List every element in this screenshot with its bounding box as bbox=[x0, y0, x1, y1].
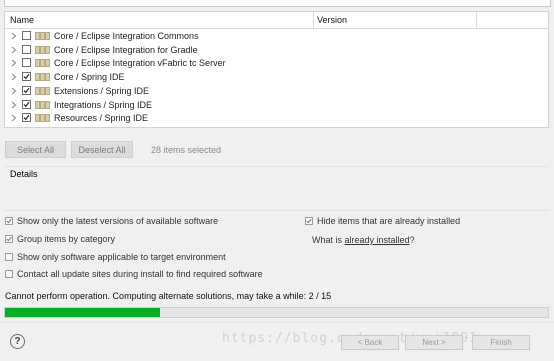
details-header: Details bbox=[4, 166, 549, 180]
group-by-category-label: Group items by category bbox=[17, 234, 116, 244]
select-all-button[interactable]: Select All bbox=[5, 141, 66, 158]
table-row[interactable]: Integrations / Spring IDE bbox=[5, 99, 548, 113]
expand-chevron-icon[interactable] bbox=[10, 86, 18, 96]
target-environment-checkbox[interactable] bbox=[5, 253, 13, 261]
hide-installed-label: Hide items that are already installed bbox=[317, 216, 461, 226]
row-checkbox[interactable] bbox=[22, 72, 31, 82]
feature-group-icon bbox=[35, 114, 50, 123]
row-label: Core / Eclipse Integration Commons bbox=[54, 31, 199, 41]
progress-fill bbox=[5, 308, 161, 317]
details-area bbox=[4, 180, 549, 211]
available-software-table[interactable]: Name Version Core / Eclipse Integration … bbox=[4, 11, 549, 128]
contact-update-sites-checkbox[interactable] bbox=[5, 270, 13, 278]
what-is-suffix: ? bbox=[409, 235, 415, 245]
table-row[interactable]: Core / Eclipse Integration vFabric tc Se… bbox=[5, 57, 548, 71]
back-button[interactable]: < Back bbox=[341, 335, 399, 350]
group-by-category-checkbox[interactable] bbox=[5, 235, 13, 243]
expand-chevron-icon[interactable] bbox=[10, 58, 18, 68]
table-row[interactable]: Core / Eclipse Integration for Gradle bbox=[5, 44, 548, 58]
row-checkbox[interactable] bbox=[22, 44, 31, 54]
contact-update-sites-label: Contact all update sites during install … bbox=[17, 269, 263, 279]
row-checkbox[interactable] bbox=[22, 113, 31, 123]
row-checkbox[interactable] bbox=[22, 85, 31, 95]
column-header-name[interactable]: Name bbox=[10, 15, 34, 25]
help-icon[interactable]: ? bbox=[10, 334, 25, 349]
what-is-prefix: What is bbox=[312, 235, 345, 245]
finish-button[interactable]: Finish bbox=[472, 335, 530, 350]
expand-chevron-icon[interactable] bbox=[10, 31, 18, 41]
feature-group-icon bbox=[35, 59, 50, 68]
row-checkbox[interactable] bbox=[22, 99, 31, 109]
feature-group-icon bbox=[35, 45, 50, 54]
table-row[interactable]: Core / Eclipse Integration Commons bbox=[5, 30, 548, 44]
deselect-all-button[interactable]: Deselect All bbox=[71, 141, 133, 158]
row-checkbox[interactable] bbox=[22, 31, 31, 40]
progress-bar bbox=[4, 307, 549, 318]
expand-chevron-icon[interactable] bbox=[10, 72, 18, 82]
expand-chevron-icon[interactable] bbox=[10, 45, 18, 55]
expand-chevron-icon[interactable] bbox=[10, 100, 18, 110]
details-title: Details bbox=[10, 169, 38, 179]
row-label: Core / Eclipse Integration vFabric tc Se… bbox=[54, 58, 226, 69]
column-header-version[interactable]: Version bbox=[317, 15, 347, 25]
feature-group-icon bbox=[35, 100, 50, 109]
table-row[interactable]: Extensions / Spring IDE bbox=[5, 85, 548, 99]
feature-group-icon bbox=[35, 32, 50, 40]
hide-installed-checkbox[interactable] bbox=[305, 217, 313, 225]
next-button[interactable]: Next > bbox=[405, 335, 463, 350]
row-label: Core / Spring IDE bbox=[54, 72, 125, 83]
feature-group-icon bbox=[35, 73, 50, 82]
feature-group-icon bbox=[35, 86, 50, 95]
table-header: Name Version bbox=[5, 12, 548, 29]
latest-versions-label: Show only the latest versions of availab… bbox=[17, 216, 219, 226]
table-row[interactable]: Resources / Spring IDE bbox=[5, 112, 548, 126]
status-message: Cannot perform operation. Computing alte… bbox=[5, 291, 332, 301]
target-environment-label: Show only software applicable to target … bbox=[17, 252, 226, 262]
latest-versions-checkbox[interactable] bbox=[5, 217, 13, 225]
selection-count: 28 items selected bbox=[151, 145, 222, 155]
already-installed-link[interactable]: already installed bbox=[345, 235, 410, 245]
row-label: Extensions / Spring IDE bbox=[54, 85, 150, 96]
row-label: Integrations / Spring IDE bbox=[54, 99, 153, 110]
table-row[interactable]: Core / Spring IDE bbox=[5, 71, 548, 85]
row-checkbox[interactable] bbox=[22, 58, 31, 68]
row-label: Resources / Spring IDE bbox=[54, 113, 149, 124]
what-is-installed: What is already installed? bbox=[312, 235, 415, 245]
expand-chevron-icon[interactable] bbox=[10, 113, 18, 123]
top-strip bbox=[0, 0, 554, 8]
row-label: Core / Eclipse Integration for Gradle bbox=[54, 44, 198, 55]
